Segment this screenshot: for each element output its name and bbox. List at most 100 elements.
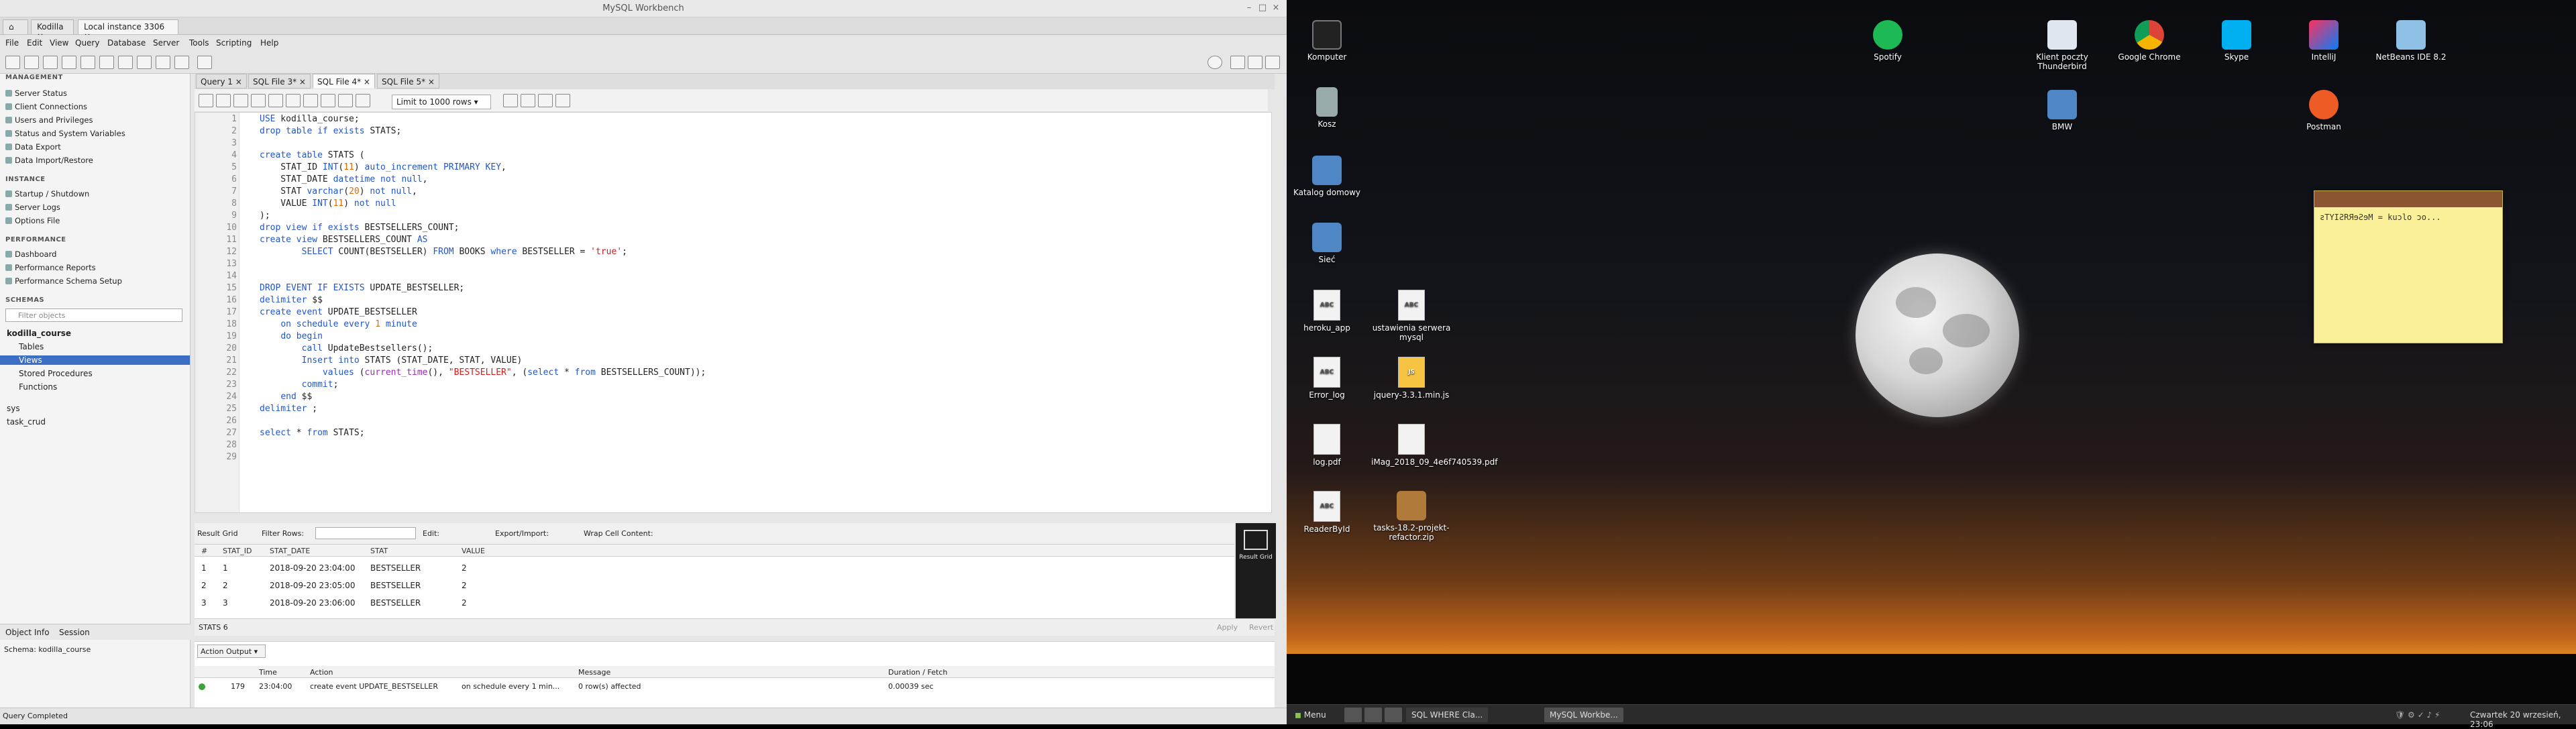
sticky-note[interactable]: ƨTYIƧRЯɘƧɘM = kuɔlo ɔo... — [2314, 190, 2503, 343]
tab-local-instance[interactable]: Local instance 3306 × — [78, 19, 178, 41]
column-header[interactable]: VALUE — [462, 547, 485, 555]
desktop-icon-intellij[interactable]: IntelliJ — [2284, 20, 2364, 62]
taskbar-window-sql-where[interactable]: SQL WHERE Cla... — [1406, 708, 1489, 722]
sidebar-item-server-status[interactable]: Server Status — [5, 89, 67, 98]
sql-icon[interactable] — [43, 56, 58, 69]
table-cell[interactable]: 2 — [462, 598, 467, 608]
apply-button[interactable]: Apply — [1217, 623, 1238, 632]
desktop-icon-heroku-app[interactable]: ABC heroku_app — [1287, 290, 1367, 333]
desktop-icon-ustawienia[interactable]: ABC ustawienia serwera mysql — [1371, 290, 1452, 342]
menu-query[interactable]: Query — [75, 38, 99, 48]
table-cell[interactable]: 2 — [462, 581, 467, 590]
find-icon[interactable] — [521, 94, 535, 107]
home-tab[interactable]: ⌂ — [3, 19, 28, 34]
table-cell[interactable]: 2018-09-20 23:04:00 — [270, 563, 355, 573]
result-grid[interactable]: # STAT_ID STAT_DATE STAT VALUE 1 1 2018-… — [195, 545, 1234, 618]
terminal-icon[interactable] — [1364, 708, 1382, 722]
sidebar-item-status-vars[interactable]: Status and System Variables — [5, 129, 125, 138]
gear-icon[interactable] — [1208, 56, 1222, 69]
sidebar-item-perf-schema[interactable]: Performance Schema Setup — [5, 276, 122, 286]
sidebar-item-options-file[interactable]: Options File — [5, 216, 60, 225]
tree-views[interactable]: Views — [0, 355, 190, 365]
create-procedure-icon[interactable] — [137, 56, 152, 69]
save-icon[interactable] — [216, 94, 231, 107]
toggle-secondary-icon[interactable] — [1265, 56, 1280, 69]
column-header[interactable]: STAT — [370, 547, 388, 555]
sticky-note-header[interactable] — [2314, 191, 2502, 207]
table-cell[interactable]: 2018-09-20 23:06:00 — [270, 598, 355, 608]
desktop-icon-log-pdf[interactable]: log.pdf — [1287, 424, 1367, 467]
desktop-icon-kosz[interactable]: Kosz — [1287, 87, 1367, 129]
create-schema-icon[interactable] — [80, 56, 95, 69]
tree-functions[interactable]: Functions — [19, 382, 57, 392]
sidebar-item-startup[interactable]: Startup / Shutdown — [5, 189, 89, 199]
table-cell[interactable]: 1 — [223, 563, 228, 573]
tree-procedures[interactable]: Stored Procedures — [19, 369, 93, 378]
desktop-icon-readerbyid[interactable]: ABC ReaderById — [1287, 491, 1367, 534]
tree-tables[interactable]: Tables — [19, 342, 44, 351]
reconnect-icon[interactable] — [197, 56, 212, 69]
create-view-icon[interactable] — [118, 56, 133, 69]
clock[interactable]: Czwartek 20 wrzesień, 23:06 — [2465, 708, 2576, 729]
revert-button[interactable]: Revert — [1249, 623, 1273, 632]
toggle-sidebar-icon[interactable] — [1230, 56, 1245, 69]
menu-database[interactable]: Database — [107, 38, 146, 48]
system-tray[interactable]: 🛡 ⚙ ✓ ♪ ⚡ — [2390, 708, 2463, 722]
tab-kodilla[interactable]: Kodilla × — [31, 19, 74, 41]
desktop-icon-thunderbird[interactable]: Klient poczty Thunderbird — [2022, 20, 2102, 71]
menu-server[interactable]: Server — [153, 38, 179, 48]
schema-filter-input[interactable]: Filter objects — [5, 309, 182, 322]
output-selector[interactable]: Action Output ▾ — [197, 644, 266, 658]
sidebar-item-users[interactable]: Users and Privileges — [5, 115, 93, 125]
start-menu-button[interactable]: ◼ Menu — [1289, 708, 1332, 722]
desktop-icon-siec[interactable]: Sieć — [1287, 223, 1367, 264]
autocommit-icon[interactable] — [356, 94, 370, 107]
filter-rows-input[interactable] — [315, 527, 416, 539]
search-table-icon[interactable] — [174, 56, 189, 69]
sidebar-item-client-connections[interactable]: Client Connections — [5, 102, 87, 111]
minimize-button[interactable]: – — [1244, 3, 1254, 13]
result-grid-side-button[interactable]: Result Grid — [1236, 523, 1276, 618]
open-file-icon[interactable] — [199, 94, 213, 107]
column-header[interactable]: STAT_ID — [223, 547, 252, 555]
stop-icon[interactable] — [286, 94, 301, 107]
desktop-icon-katalog[interactable]: Katalog domowy — [1287, 156, 1367, 197]
table-cell[interactable]: BESTSELLER — [370, 581, 421, 590]
sidebar-item-perf-reports[interactable]: Performance Reports — [5, 263, 96, 272]
menu-edit[interactable]: Edit — [27, 38, 42, 48]
sidebar-item-dashboard[interactable]: Dashboard — [5, 249, 56, 259]
menu-help[interactable]: Help — [260, 38, 278, 48]
new-sql-tab-icon[interactable] — [5, 56, 20, 69]
sidebar-item-data-import[interactable]: Data Import/Restore — [5, 156, 93, 165]
tree-db-kodilla-course[interactable]: kodilla_course — [7, 329, 71, 338]
sidebar-item-data-export[interactable]: Data Export — [5, 142, 61, 152]
desktop-icon-jquery[interactable]: JS jquery-3.3.1.min.js — [1371, 357, 1452, 400]
open-sql-icon[interactable] — [24, 56, 39, 69]
desktop-icon-bmw[interactable]: BMW — [2022, 90, 2102, 131]
table-cell[interactable]: 2 — [223, 581, 228, 590]
tab-sql-file-3[interactable]: SQL File 3* × — [248, 74, 311, 89]
tree-db-task-crud[interactable]: task_crud — [7, 417, 46, 427]
create-function-icon[interactable] — [156, 56, 170, 69]
execute-current-icon[interactable] — [251, 94, 266, 107]
desktop-icon-postman[interactable]: Postman — [2284, 90, 2364, 131]
sql-editor[interactable]: 1 2 3 4 5 6 7 8 9 10 11 12 13 14 15 16 17 18 19 20 21 22 23 24 2… — [195, 112, 1272, 513]
desktop-icon-skype[interactable]: Skype — [2196, 20, 2277, 62]
tab-sql-file-4[interactable]: SQL File 4* × — [313, 74, 375, 89]
beautify-icon[interactable] — [503, 94, 518, 107]
maximize-button[interactable]: □ — [1257, 3, 1268, 13]
table-cell[interactable]: 2 — [201, 581, 207, 590]
sidebar-item-server-logs[interactable]: Server Logs — [5, 203, 60, 212]
table-cell[interactable]: BESTSELLER — [370, 563, 421, 573]
desktop-icon-error-log[interactable]: ABC Error_log — [1287, 357, 1367, 400]
table-cell[interactable]: 1 — [201, 563, 207, 573]
table-cell[interactable]: 2 — [462, 563, 467, 573]
desktop-icon-imag-pdf[interactable]: iMag_2018_09_4e6f740539.pdf — [1371, 424, 1497, 467]
menu-tools[interactable]: Tools — [189, 38, 209, 48]
column-header[interactable]: # — [201, 547, 207, 555]
tree-db-sys[interactable]: sys — [7, 404, 20, 413]
desktop-icon-komputer[interactable]: Komputer — [1287, 20, 1367, 62]
execute-icon[interactable] — [233, 94, 248, 107]
explain-icon[interactable] — [268, 94, 283, 107]
table-cell[interactable]: 2018-09-20 23:05:00 — [270, 581, 355, 590]
